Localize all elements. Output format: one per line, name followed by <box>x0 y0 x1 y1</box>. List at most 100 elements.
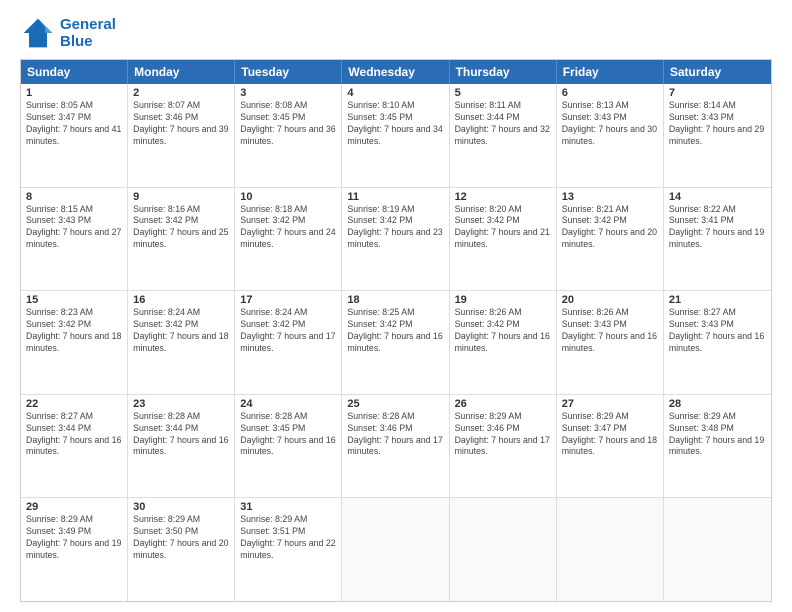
day-number: 22 <box>26 398 122 410</box>
empty-cell <box>450 498 557 601</box>
day-info: Sunrise: 8:26 AM Sunset: 3:43 PM Dayligh… <box>562 307 658 355</box>
day-cell-7: 7Sunrise: 8:14 AM Sunset: 3:43 PM Daylig… <box>664 84 771 187</box>
header: General Blue <box>20 15 772 51</box>
day-info: Sunrise: 8:29 AM Sunset: 3:51 PM Dayligh… <box>240 514 336 562</box>
header-day-monday: Monday <box>128 60 235 84</box>
day-info: Sunrise: 8:26 AM Sunset: 3:42 PM Dayligh… <box>455 307 551 355</box>
day-info: Sunrise: 8:14 AM Sunset: 3:43 PM Dayligh… <box>669 100 766 148</box>
day-info: Sunrise: 8:24 AM Sunset: 3:42 PM Dayligh… <box>133 307 229 355</box>
day-cell-6: 6Sunrise: 8:13 AM Sunset: 3:43 PM Daylig… <box>557 84 664 187</box>
day-cell-2: 2Sunrise: 8:07 AM Sunset: 3:46 PM Daylig… <box>128 84 235 187</box>
day-info: Sunrise: 8:10 AM Sunset: 3:45 PM Dayligh… <box>347 100 443 148</box>
day-info: Sunrise: 8:29 AM Sunset: 3:49 PM Dayligh… <box>26 514 122 562</box>
header-day-wednesday: Wednesday <box>342 60 449 84</box>
day-info: Sunrise: 8:28 AM Sunset: 3:45 PM Dayligh… <box>240 411 336 459</box>
day-info: Sunrise: 8:29 AM Sunset: 3:50 PM Dayligh… <box>133 514 229 562</box>
day-cell-15: 15Sunrise: 8:23 AM Sunset: 3:42 PM Dayli… <box>21 291 128 394</box>
day-cell-18: 18Sunrise: 8:25 AM Sunset: 3:42 PM Dayli… <box>342 291 449 394</box>
day-cell-5: 5Sunrise: 8:11 AM Sunset: 3:44 PM Daylig… <box>450 84 557 187</box>
day-number: 13 <box>562 191 658 203</box>
day-number: 10 <box>240 191 336 203</box>
day-cell-17: 17Sunrise: 8:24 AM Sunset: 3:42 PM Dayli… <box>235 291 342 394</box>
header-day-friday: Friday <box>557 60 664 84</box>
day-number: 28 <box>669 398 766 410</box>
day-number: 27 <box>562 398 658 410</box>
day-number: 8 <box>26 191 122 203</box>
day-number: 9 <box>133 191 229 203</box>
day-number: 21 <box>669 294 766 306</box>
day-info: Sunrise: 8:08 AM Sunset: 3:45 PM Dayligh… <box>240 100 336 148</box>
day-cell-1: 1Sunrise: 8:05 AM Sunset: 3:47 PM Daylig… <box>21 84 128 187</box>
day-number: 16 <box>133 294 229 306</box>
day-info: Sunrise: 8:29 AM Sunset: 3:48 PM Dayligh… <box>669 411 766 459</box>
day-number: 7 <box>669 87 766 99</box>
day-info: Sunrise: 8:28 AM Sunset: 3:44 PM Dayligh… <box>133 411 229 459</box>
day-info: Sunrise: 8:29 AM Sunset: 3:46 PM Dayligh… <box>455 411 551 459</box>
day-number: 18 <box>347 294 443 306</box>
header-day-saturday: Saturday <box>664 60 771 84</box>
day-cell-14: 14Sunrise: 8:22 AM Sunset: 3:41 PM Dayli… <box>664 188 771 291</box>
day-cell-25: 25Sunrise: 8:28 AM Sunset: 3:46 PM Dayli… <box>342 395 449 498</box>
day-info: Sunrise: 8:15 AM Sunset: 3:43 PM Dayligh… <box>26 204 122 252</box>
day-info: Sunrise: 8:19 AM Sunset: 3:42 PM Dayligh… <box>347 204 443 252</box>
day-number: 5 <box>455 87 551 99</box>
day-cell-13: 13Sunrise: 8:21 AM Sunset: 3:42 PM Dayli… <box>557 188 664 291</box>
logo-icon <box>20 15 56 51</box>
day-number: 1 <box>26 87 122 99</box>
day-cell-27: 27Sunrise: 8:29 AM Sunset: 3:47 PM Dayli… <box>557 395 664 498</box>
empty-cell <box>342 498 449 601</box>
calendar-row-5: 29Sunrise: 8:29 AM Sunset: 3:49 PM Dayli… <box>21 498 771 601</box>
day-cell-12: 12Sunrise: 8:20 AM Sunset: 3:42 PM Dayli… <box>450 188 557 291</box>
day-cell-26: 26Sunrise: 8:29 AM Sunset: 3:46 PM Dayli… <box>450 395 557 498</box>
day-number: 30 <box>133 501 229 513</box>
day-cell-21: 21Sunrise: 8:27 AM Sunset: 3:43 PM Dayli… <box>664 291 771 394</box>
calendar: SundayMondayTuesdayWednesdayThursdayFrid… <box>20 59 772 602</box>
day-number: 26 <box>455 398 551 410</box>
calendar-row-4: 22Sunrise: 8:27 AM Sunset: 3:44 PM Dayli… <box>21 395 771 499</box>
day-number: 6 <box>562 87 658 99</box>
day-cell-19: 19Sunrise: 8:26 AM Sunset: 3:42 PM Dayli… <box>450 291 557 394</box>
day-info: Sunrise: 8:25 AM Sunset: 3:42 PM Dayligh… <box>347 307 443 355</box>
day-cell-24: 24Sunrise: 8:28 AM Sunset: 3:45 PM Dayli… <box>235 395 342 498</box>
day-number: 4 <box>347 87 443 99</box>
day-info: Sunrise: 8:27 AM Sunset: 3:43 PM Dayligh… <box>669 307 766 355</box>
day-number: 3 <box>240 87 336 99</box>
day-cell-3: 3Sunrise: 8:08 AM Sunset: 3:45 PM Daylig… <box>235 84 342 187</box>
day-info: Sunrise: 8:16 AM Sunset: 3:42 PM Dayligh… <box>133 204 229 252</box>
day-cell-8: 8Sunrise: 8:15 AM Sunset: 3:43 PM Daylig… <box>21 188 128 291</box>
empty-cell <box>664 498 771 601</box>
day-number: 2 <box>133 87 229 99</box>
day-cell-9: 9Sunrise: 8:16 AM Sunset: 3:42 PM Daylig… <box>128 188 235 291</box>
day-number: 14 <box>669 191 766 203</box>
day-info: Sunrise: 8:21 AM Sunset: 3:42 PM Dayligh… <box>562 204 658 252</box>
day-info: Sunrise: 8:13 AM Sunset: 3:43 PM Dayligh… <box>562 100 658 148</box>
day-cell-29: 29Sunrise: 8:29 AM Sunset: 3:49 PM Dayli… <box>21 498 128 601</box>
day-number: 12 <box>455 191 551 203</box>
day-number: 29 <box>26 501 122 513</box>
day-info: Sunrise: 8:07 AM Sunset: 3:46 PM Dayligh… <box>133 100 229 148</box>
day-number: 31 <box>240 501 336 513</box>
header-day-thursday: Thursday <box>450 60 557 84</box>
calendar-row-2: 8Sunrise: 8:15 AM Sunset: 3:43 PM Daylig… <box>21 188 771 292</box>
page: General Blue SundayMondayTuesdayWednesda… <box>0 0 792 612</box>
day-cell-11: 11Sunrise: 8:19 AM Sunset: 3:42 PM Dayli… <box>342 188 449 291</box>
day-number: 20 <box>562 294 658 306</box>
day-cell-22: 22Sunrise: 8:27 AM Sunset: 3:44 PM Dayli… <box>21 395 128 498</box>
day-cell-31: 31Sunrise: 8:29 AM Sunset: 3:51 PM Dayli… <box>235 498 342 601</box>
day-info: Sunrise: 8:24 AM Sunset: 3:42 PM Dayligh… <box>240 307 336 355</box>
day-cell-23: 23Sunrise: 8:28 AM Sunset: 3:44 PM Dayli… <box>128 395 235 498</box>
calendar-body: 1Sunrise: 8:05 AM Sunset: 3:47 PM Daylig… <box>21 84 771 601</box>
day-number: 11 <box>347 191 443 203</box>
day-info: Sunrise: 8:18 AM Sunset: 3:42 PM Dayligh… <box>240 204 336 252</box>
day-cell-10: 10Sunrise: 8:18 AM Sunset: 3:42 PM Dayli… <box>235 188 342 291</box>
calendar-header: SundayMondayTuesdayWednesdayThursdayFrid… <box>21 60 771 84</box>
day-cell-20: 20Sunrise: 8:26 AM Sunset: 3:43 PM Dayli… <box>557 291 664 394</box>
day-cell-16: 16Sunrise: 8:24 AM Sunset: 3:42 PM Dayli… <box>128 291 235 394</box>
header-day-sunday: Sunday <box>21 60 128 84</box>
day-info: Sunrise: 8:11 AM Sunset: 3:44 PM Dayligh… <box>455 100 551 148</box>
day-number: 17 <box>240 294 336 306</box>
day-info: Sunrise: 8:28 AM Sunset: 3:46 PM Dayligh… <box>347 411 443 459</box>
day-info: Sunrise: 8:20 AM Sunset: 3:42 PM Dayligh… <box>455 204 551 252</box>
calendar-row-1: 1Sunrise: 8:05 AM Sunset: 3:47 PM Daylig… <box>21 84 771 188</box>
day-info: Sunrise: 8:29 AM Sunset: 3:47 PM Dayligh… <box>562 411 658 459</box>
